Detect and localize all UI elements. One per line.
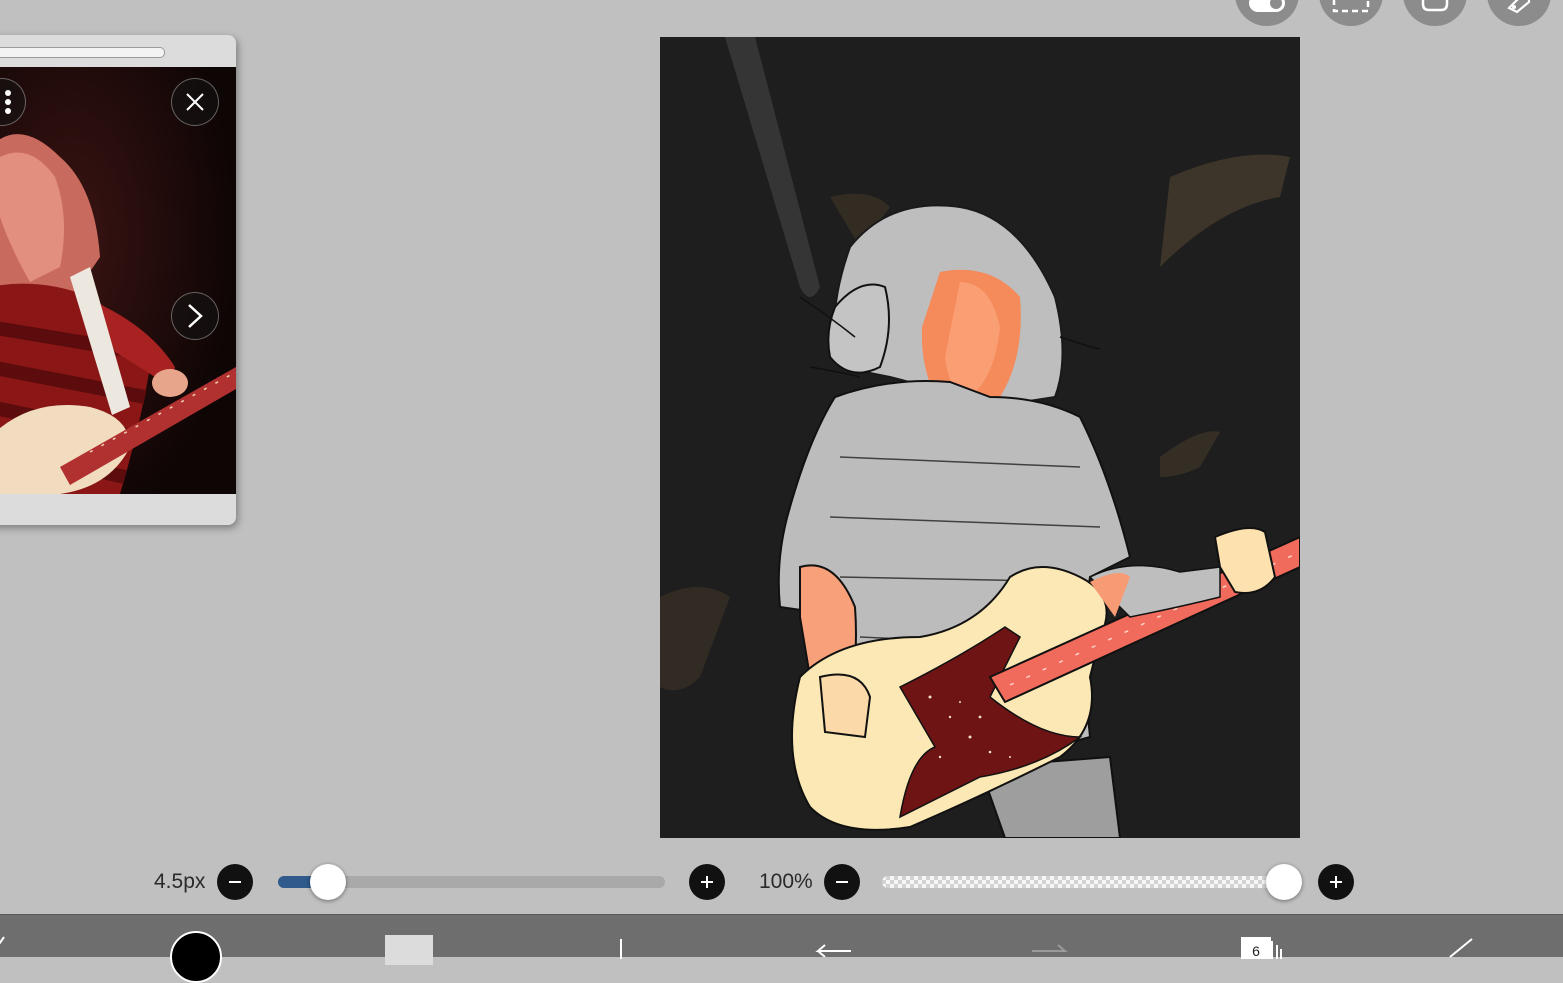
- redo-button[interactable]: [1030, 941, 1068, 962]
- reference-photo: [0, 67, 236, 494]
- minus-icon: [229, 881, 241, 883]
- drawing-canvas[interactable]: [660, 37, 1300, 838]
- brush-tool-button[interactable]: [613, 937, 629, 964]
- menu-dots-icon: [5, 90, 11, 114]
- reference-close-button[interactable]: [171, 78, 219, 126]
- ruler-tool-button[interactable]: [1487, 0, 1551, 26]
- back-arrow-icon[interactable]: [0, 935, 8, 962]
- opacity-knob[interactable]: [1266, 864, 1302, 900]
- brush-size-increase-button[interactable]: [689, 864, 725, 900]
- opacity-increase-button[interactable]: [1318, 864, 1354, 900]
- bottom-toolbar: 6: [0, 914, 1563, 983]
- selection-icon: [1332, 0, 1370, 13]
- minus-icon: [836, 881, 848, 883]
- brush-size-knob[interactable]: [310, 864, 347, 900]
- edit-button[interactable]: [1448, 937, 1474, 964]
- layers-icon: [1271, 941, 1282, 959]
- opacity-slider[interactable]: [882, 876, 1292, 888]
- color-swatch-button[interactable]: [170, 931, 222, 983]
- undo-button[interactable]: [815, 941, 853, 962]
- layer-tool-button[interactable]: [1403, 0, 1467, 26]
- toggle-tool-button[interactable]: [1235, 0, 1299, 26]
- toggle-icon: [1249, 0, 1285, 12]
- plus-icon: [1330, 876, 1342, 888]
- undo-icon: [815, 944, 851, 958]
- brush-size-decrease-button[interactable]: [217, 864, 253, 900]
- secondary-color-button[interactable]: [385, 935, 433, 965]
- close-icon: [186, 93, 204, 111]
- reference-panel[interactable]: [0, 35, 236, 525]
- next-arrow-icon: [188, 304, 203, 328]
- layer-icon: [1421, 0, 1449, 12]
- reference-next-button[interactable]: [171, 292, 219, 340]
- artwork: [660, 37, 1300, 838]
- brush-size-value: 4.5px: [154, 870, 206, 893]
- plus-icon: [701, 876, 713, 888]
- opacity-value: 100%: [759, 870, 813, 893]
- ruler-icon: [1507, 0, 1531, 14]
- redo-icon: [1032, 944, 1068, 952]
- selection-tool-button[interactable]: [1319, 0, 1383, 26]
- reference-scrollbar[interactable]: [0, 47, 165, 58]
- opacity-decrease-button[interactable]: [824, 864, 860, 900]
